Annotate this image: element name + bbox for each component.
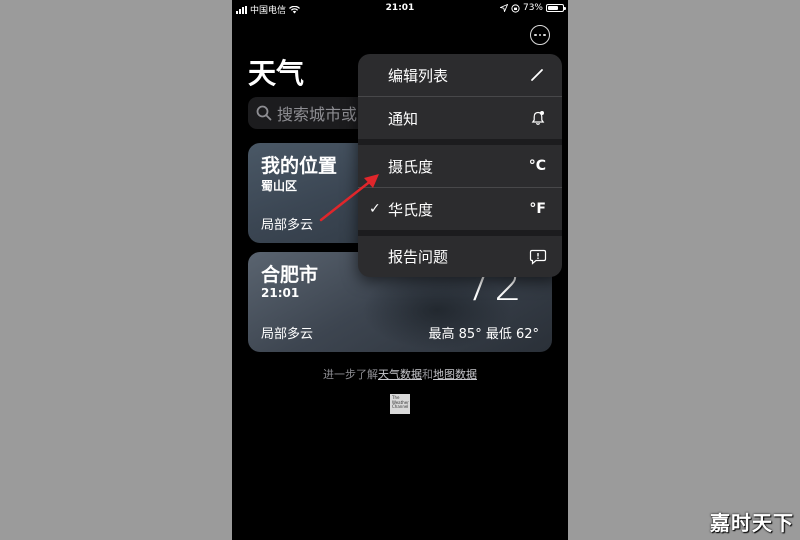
battery-fill <box>548 6 559 10</box>
battery-icon <box>546 4 566 12</box>
data-source-footer: 进一步了解天气数据和地图数据 <box>232 366 568 382</box>
phone-screen: 中国电信 21:01 73% 天气 搜索城市或 我的位置 蜀山区 局部多云 合肥… <box>232 0 568 540</box>
menu-item-report-issue[interactable]: 报告问题 <box>358 236 562 277</box>
options-menu: 编辑列表 通知 摄氏度 °C ✓ 华氏度 °F 报告问题 <box>358 54 562 277</box>
card-location-sub: 蜀山区 <box>261 179 298 193</box>
menu-item-notifications[interactable]: 通知 <box>358 97 562 139</box>
weather-channel-logo[interactable]: The Weather Channel <box>390 394 410 414</box>
watermark: 嘉时天下 <box>710 511 794 535</box>
footer-prefix: 进一步了解 <box>323 368 378 381</box>
location-arrow-icon <box>499 4 508 12</box>
menu-item-label: 报告问题 <box>388 248 449 266</box>
logo-line: Channel <box>392 404 409 409</box>
card-high-low: 最高 85° 最低 62° <box>428 327 539 342</box>
rotation-lock-icon <box>511 3 520 13</box>
card-condition: 局部多云 <box>261 327 314 342</box>
dot-icon <box>543 33 546 37</box>
pencil-icon <box>531 69 543 81</box>
bell-icon <box>531 111 545 125</box>
menu-item-label: 摄氏度 <box>388 157 434 176</box>
battery-percent: 73% <box>522 3 543 13</box>
page-title: 天气 <box>248 57 305 90</box>
map-data-link[interactable]: 地图数据 <box>433 368 477 381</box>
dot-icon <box>534 33 537 37</box>
menu-item-fahrenheit[interactable]: ✓ 华氏度 °F <box>358 188 562 230</box>
menu-item-label: 华氏度 <box>388 200 434 219</box>
menu-item-edit-list[interactable]: 编辑列表 <box>358 54 562 96</box>
search-icon <box>256 105 272 121</box>
more-options-button[interactable] <box>530 25 550 45</box>
card-condition: 局部多云 <box>261 218 314 233</box>
card-local-time: 21:01 <box>261 286 300 300</box>
menu-item-label: 通知 <box>388 109 419 128</box>
weather-data-link[interactable]: 天气数据 <box>378 368 422 381</box>
dot-icon <box>538 33 542 37</box>
menu-item-celsius[interactable]: 摄氏度 °C <box>358 145 562 187</box>
report-bubble-icon <box>529 249 547 265</box>
footer-mid: 和 <box>422 368 433 381</box>
menu-item-label: 编辑列表 <box>388 66 449 85</box>
status-bar: 中国电信 21:01 73% <box>232 0 568 18</box>
annotation-arrow-icon <box>319 174 379 222</box>
search-placeholder: 搜索城市或 <box>277 105 358 124</box>
celsius-unit: °C <box>528 158 546 174</box>
fahrenheit-unit: °F <box>529 201 546 217</box>
card-location-name: 合肥市 <box>261 264 319 286</box>
